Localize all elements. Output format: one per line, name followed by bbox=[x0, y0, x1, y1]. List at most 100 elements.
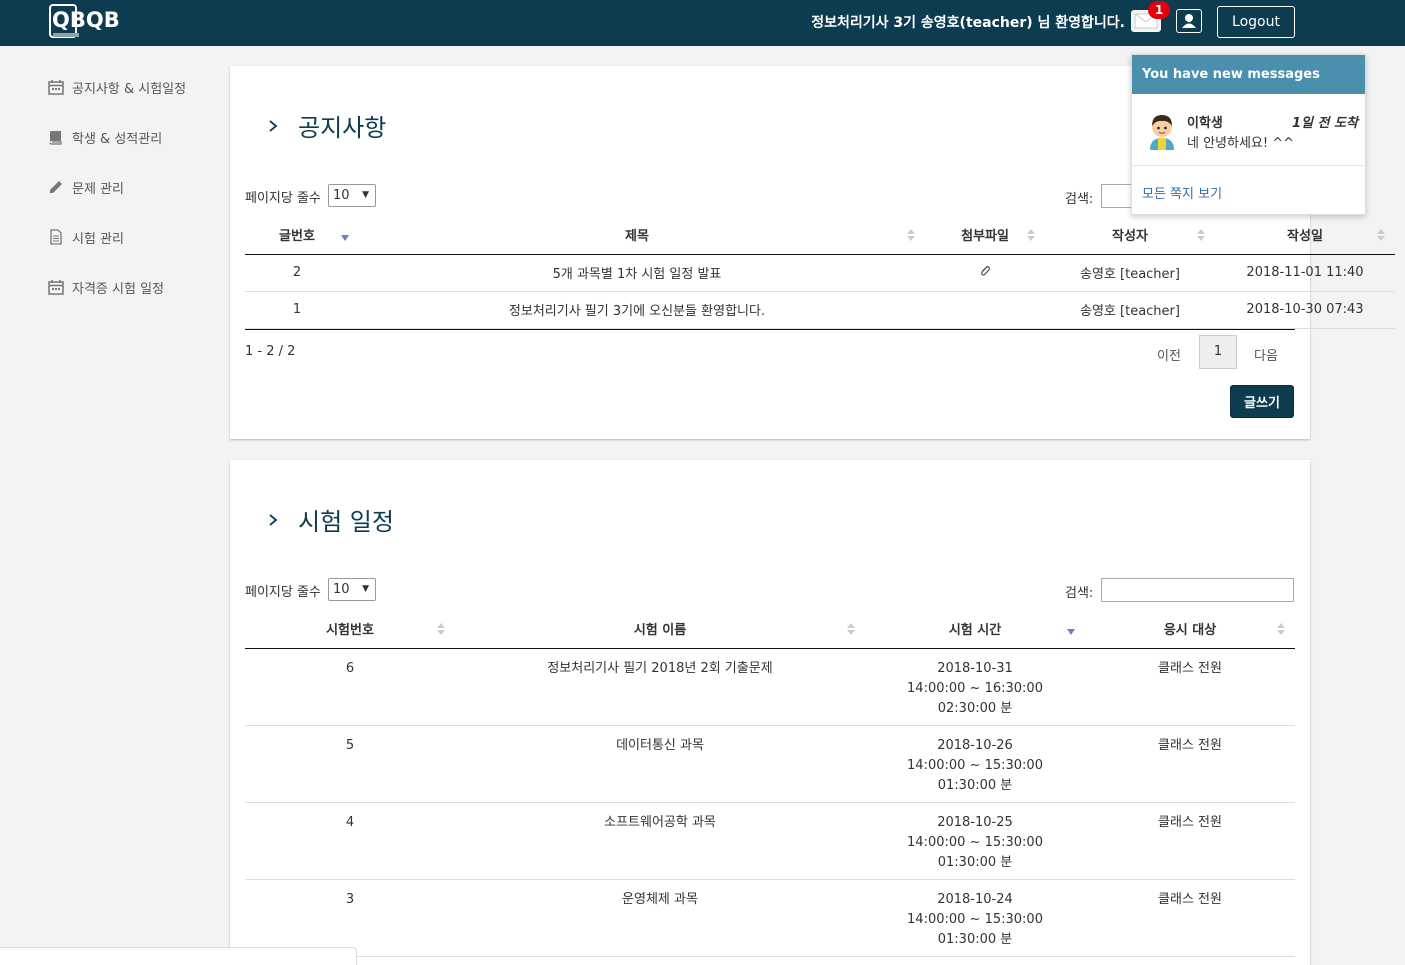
cell-author: 송영호 [teacher] bbox=[1045, 254, 1215, 292]
logout-button[interactable]: Logout bbox=[1217, 6, 1295, 38]
schedule-title-text: 시험 일정 bbox=[298, 508, 394, 536]
column-header-target[interactable]: 응시 대상 bbox=[1085, 610, 1295, 649]
cell-exam-name[interactable]: 데이터통신 과목 bbox=[455, 725, 865, 803]
cell-date: 2018-11-01 11:40 bbox=[1215, 254, 1395, 292]
page-1-button[interactable]: 1 bbox=[1199, 335, 1237, 369]
sort-icon bbox=[907, 229, 915, 241]
column-header-exam-name[interactable]: 시험 이름 bbox=[455, 610, 865, 649]
sidebar-item-exam-management[interactable]: 시험 관리 bbox=[48, 226, 124, 248]
exam-date: 2018-10-24 bbox=[937, 891, 1013, 907]
qbqb-logo[interactable]: QBQB bbox=[48, 3, 130, 39]
schedule-search-input[interactable] bbox=[1101, 578, 1294, 602]
dropdown-arrow-icon: ▼ bbox=[362, 584, 369, 594]
cell-date: 2018-10-30 07:43 bbox=[1215, 291, 1395, 329]
sort-icon bbox=[1377, 229, 1385, 241]
column-header-date[interactable]: 작성일 bbox=[1215, 216, 1395, 255]
per-page-select[interactable]: 10 ▼ bbox=[328, 184, 376, 207]
table-row[interactable]: 6 정보처리기사 필기 2018년 2회 기출문제 2018-10-31 14:… bbox=[245, 648, 1295, 726]
per-page-select[interactable]: 10 ▼ bbox=[328, 578, 376, 601]
cell-exam-name[interactable]: 운영체제 과목 bbox=[455, 879, 865, 957]
cell-title[interactable]: 정보처리기사 필기 3기에 오신분들 환영합니다. bbox=[349, 291, 925, 329]
sort-icon bbox=[437, 623, 445, 635]
sort-icon bbox=[1027, 229, 1035, 241]
sidebar-item-label: 학생 & 성적관리 bbox=[72, 131, 163, 147]
user-menu-button[interactable] bbox=[1176, 9, 1202, 33]
book-icon bbox=[49, 131, 62, 145]
chevron-right-icon bbox=[269, 513, 278, 526]
sidebar-item-label: 시험 관리 bbox=[72, 231, 124, 247]
table-row[interactable]: 5 데이터통신 과목 2018-10-26 14:00:00 ~ 15:30:0… bbox=[245, 725, 1295, 803]
message-preview[interactable]: 네 안녕하세요! ^^ bbox=[1187, 132, 1294, 151]
table-bottom-rule bbox=[245, 329, 1295, 330]
message-sender[interactable]: 이학생 bbox=[1187, 112, 1223, 131]
column-header-author[interactable]: 작성자 bbox=[1045, 216, 1215, 255]
cell-exam-time: 2018-10-26 14:00:00 ~ 15:30:00 01:30:00 … bbox=[865, 725, 1085, 803]
avatar bbox=[1142, 110, 1182, 150]
cell-exam-no: 4 bbox=[245, 802, 455, 880]
messages-dropdown: You have new messages 이학생 1일 전 도착 네 안녕하세… bbox=[1131, 54, 1366, 215]
cell-exam-time: 2018-10-25 14:00:00 ~ 15:30:00 01:30:00 … bbox=[865, 802, 1085, 880]
cell-no: 2 bbox=[245, 254, 349, 292]
cell-exam-name[interactable]: 소프트웨어공학 과목 bbox=[455, 802, 865, 880]
exam-time-range: 14:00:00 ~ 15:30:00 bbox=[907, 834, 1043, 850]
exam-date: 2018-10-25 bbox=[937, 814, 1013, 830]
next-page-link[interactable]: 다음 bbox=[1254, 345, 1278, 364]
column-header-exam-time[interactable]: 시험 시간 bbox=[865, 610, 1085, 649]
cell-exam-name[interactable]: 정보처리기사 필기 2018년 2회 기출문제 bbox=[455, 648, 865, 726]
sidebar-item-label: 자격증 시험 일정 bbox=[72, 281, 164, 297]
exam-time-range: 14:00:00 ~ 15:30:00 bbox=[907, 911, 1043, 927]
table-row[interactable]: 3 운영체제 과목 2018-10-24 14:00:00 ~ 15:30:00… bbox=[245, 879, 1295, 957]
notice-table: 글번호 제목 첨부파일 작성자 작성일 2 5개 과목별 1차 시험 일정 발표 bbox=[245, 216, 1395, 329]
exam-date: 2018-10-26 bbox=[937, 737, 1013, 753]
exam-schedule-table: 시험번호 시험 이름 시험 시간 응시 대상 6 정보처리기사 필기 2018년… bbox=[245, 610, 1295, 957]
cell-target: 클래스 전원 bbox=[1085, 648, 1295, 726]
document-icon bbox=[50, 229, 62, 245]
exam-duration: 02:30:00 분 bbox=[937, 700, 1013, 716]
chevron-right-icon bbox=[269, 119, 278, 132]
sort-desc-icon bbox=[1067, 629, 1075, 635]
per-page-value: 10 bbox=[333, 188, 350, 203]
welcome-text: 정보처리기사 3기 송영호(teacher) 님 환영합니다. bbox=[811, 15, 1125, 31]
exam-duration: 01:30:00 분 bbox=[937, 931, 1013, 947]
table-row[interactable]: 2 5개 과목별 1차 시험 일정 발표 송영호 [teacher] 2018-… bbox=[245, 254, 1395, 292]
search-label: 검색: bbox=[1065, 586, 1094, 601]
exam-date: 2018-10-31 bbox=[937, 660, 1013, 676]
cell-exam-no: 6 bbox=[245, 648, 455, 726]
schedule-title: 시험 일정 bbox=[266, 502, 394, 537]
sidebar-item-label: 공지사항 & 시험일정 bbox=[72, 81, 187, 97]
cell-exam-no: 5 bbox=[245, 725, 455, 803]
cell-author: 송영호 [teacher] bbox=[1045, 291, 1215, 329]
cell-target: 클래스 전원 bbox=[1085, 879, 1295, 957]
sidebar-item-label: 문제 관리 bbox=[72, 181, 124, 197]
paperclip-icon[interactable] bbox=[978, 264, 992, 278]
cell-exam-time: 2018-10-31 14:00:00 ~ 16:30:00 02:30:00 … bbox=[865, 648, 1085, 726]
calendar-icon bbox=[48, 280, 64, 295]
search-label: 검색: bbox=[1065, 192, 1094, 207]
table-row[interactable]: 4 소프트웨어공학 과목 2018-10-25 14:00:00 ~ 15:30… bbox=[245, 802, 1295, 880]
sidebar-item-students-grades[interactable]: 학생 & 성적관리 bbox=[48, 126, 162, 148]
sidebar-item-question-management[interactable]: 문제 관리 bbox=[48, 176, 124, 198]
sidebar-item-notice-schedule[interactable]: 공지사항 & 시험일정 bbox=[48, 76, 186, 98]
table-row[interactable]: 1 정보처리기사 필기 3기에 오신분들 환영합니다. 송영호 [teacher… bbox=[245, 291, 1395, 329]
column-header-no[interactable]: 글번호 bbox=[245, 216, 349, 255]
write-button[interactable]: 글쓰기 bbox=[1230, 385, 1294, 418]
bottom-popup-edge bbox=[0, 947, 357, 965]
sort-desc-icon bbox=[341, 235, 349, 241]
column-header-attachment[interactable]: 첨부파일 bbox=[925, 216, 1045, 255]
sort-icon bbox=[1197, 229, 1205, 241]
top-navbar: QBQB 정보처리기사 3기 송영호(teacher) 님 환영합니다. 1 L… bbox=[0, 0, 1405, 46]
per-page-label: 페이지당 줄수 bbox=[245, 585, 321, 600]
view-all-messages-link[interactable]: 모든 쪽지 보기 bbox=[1142, 183, 1222, 202]
column-header-title[interactable]: 제목 bbox=[349, 216, 925, 255]
cell-title[interactable]: 5개 과목별 1차 시험 일정 발표 bbox=[349, 254, 925, 292]
notice-title: 공지사항 bbox=[266, 108, 386, 143]
column-header-exam-no[interactable]: 시험번호 bbox=[245, 610, 455, 649]
prev-page-link[interactable]: 이전 bbox=[1157, 345, 1181, 364]
dropdown-header: You have new messages bbox=[1132, 55, 1365, 94]
cell-exam-no: 3 bbox=[245, 879, 455, 957]
logo-text: QBQB bbox=[52, 8, 120, 32]
sidebar-item-certificate-schedule[interactable]: 자격증 시험 일정 bbox=[48, 276, 164, 298]
user-icon bbox=[1182, 14, 1196, 28]
per-page-label: 페이지당 줄수 bbox=[245, 191, 321, 206]
cell-attachment bbox=[925, 291, 1045, 329]
